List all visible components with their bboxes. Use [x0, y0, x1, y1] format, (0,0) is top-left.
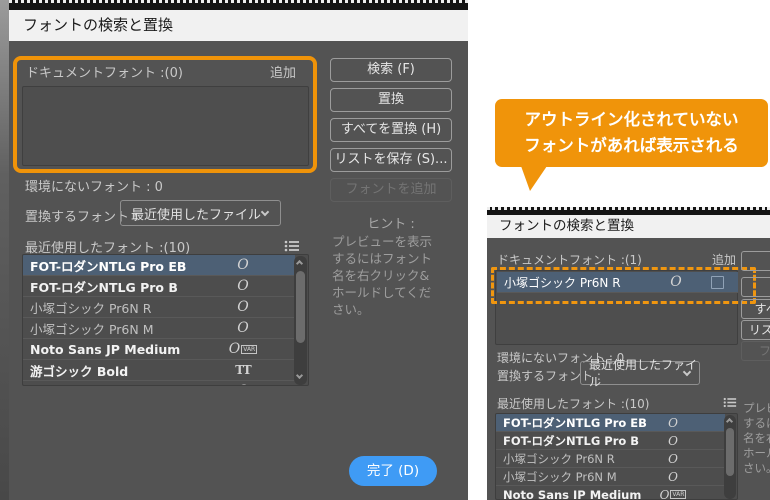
recent-fonts-listbox: FOT-ロダンNTLG Pro EB O FOT-ロダンNTLG Pro B O… — [22, 254, 309, 386]
add-link[interactable]: 追加 — [250, 62, 296, 81]
replace-source-dropdown[interactable]: 最近使用したファイル — [120, 200, 281, 226]
opentype-icon: O — [668, 415, 678, 430]
font-list-item[interactable]: Noto Sans JP Medium O VAR — [23, 339, 295, 360]
hint-text: プレビューを表示 するにはフォント 名を右クリック& ホールドしてくだ さい。 — [743, 401, 770, 475]
dialog-title: フォントの検索と置換 — [499, 218, 634, 234]
change-button[interactable]: 置換 — [741, 277, 770, 297]
dialog-titlebar[interactable]: フォントの検索と置換 — [9, 10, 468, 41]
font-name: FOT-ロダンNTLG Pro EB — [30, 258, 187, 274]
window-top-edge — [487, 207, 770, 215]
hint-title: ヒント : — [741, 382, 770, 399]
font-name: Noto Sans JP Bold — [30, 381, 156, 386]
opentype-icon: O — [237, 299, 249, 315]
opentype-icon: O — [237, 320, 249, 336]
font-name: Noto Sans JP Medium — [30, 341, 181, 357]
document-fonts-list[interactable] — [22, 86, 309, 166]
opentype-icon: O — [668, 469, 678, 484]
opentype-icon: O — [237, 257, 249, 273]
scrollbar[interactable] — [724, 415, 736, 499]
font-list-item[interactable]: FOT-ロダンNTLG Pro EB O — [23, 255, 295, 276]
chevron-down-icon — [260, 207, 270, 217]
font-name: FOT-ロダンNTLG Pro B — [30, 279, 178, 295]
font-list-item[interactable]: FOT-ロダンNTLG Pro B O — [23, 276, 295, 297]
annotation-callout: アウトライン化されていない フォントがあれば表示される — [495, 99, 768, 167]
missing-fonts-label: 環境にないフォント : 0 — [25, 180, 163, 195]
window-top-edge — [9, 0, 468, 10]
list-view-icon[interactable] — [723, 397, 737, 408]
document-fonts-label: ドキュメントフォント :(0) — [26, 66, 183, 81]
document-fonts-label: ドキュメントフォント :(1) — [497, 253, 642, 267]
font-list-item[interactable]: 小塚ゴシック Pr6N M O — [23, 318, 295, 339]
add-link[interactable]: 追加 — [690, 251, 736, 268]
font-name: 小塚ゴシック Pr6N M — [30, 321, 154, 337]
font-list-item[interactable]: Noto Sans JP Bold O — [23, 381, 295, 386]
dialog-title: フォントの検索と置換 — [23, 16, 174, 34]
opentype-icon: O — [668, 451, 678, 466]
font-list-item[interactable]: 小塚ゴシック Pr6N R O — [23, 297, 295, 318]
change-button[interactable]: 置換 — [330, 88, 452, 112]
add-fonts-button: フォントを追加 — [330, 178, 452, 202]
scrollbar[interactable] — [294, 256, 307, 385]
recent-fonts-label: 最近使用したフォント :(10) — [497, 397, 650, 411]
font-list-item[interactable]: FOT-ロダンNTLG Pro EB O — [496, 414, 725, 432]
change-all-button[interactable]: すべてを置換 (H) — [741, 299, 770, 319]
find-button[interactable]: 検索 (F) — [741, 251, 770, 271]
hint-title: ヒント : — [367, 217, 415, 232]
scroll-up-icon[interactable] — [725, 417, 734, 426]
dropdown-value: 最近使用したファイル — [589, 358, 698, 389]
font-name: FOT-ロダンNTLG Pro B — [503, 433, 640, 448]
dropdown-value: 最近使用したファイル — [131, 207, 262, 223]
font-list-item[interactable]: 小塚ゴシック Pr6N M O — [496, 468, 725, 486]
recent-fonts-listbox: FOT-ロダンNTLG Pro EB O FOT-ロダンNTLG Pro B O… — [495, 413, 738, 500]
find-replace-font-dialog: フォントの検索と置換 ドキュメントフォント :(0) 追加 環境にないフォント … — [9, 0, 468, 500]
font-list-item[interactable]: Noto Sans JP Medium O VAR — [496, 486, 725, 500]
save-list-button[interactable]: リストを保存 (S)... — [330, 148, 452, 172]
find-replace-font-dialog: ドキュメントフォント :(1) 追加 小塚ゴシック Pr6N R O 環境にない… — [487, 238, 770, 500]
opentype-icon: O — [668, 433, 678, 448]
change-all-button[interactable]: すべてを置換 (H) — [330, 118, 452, 142]
hint-text: プレビューを表示 するにはフォント 名を右クリック& ホールドしてくだ さい。 — [332, 234, 433, 317]
opentype-icon: O — [237, 278, 249, 294]
replace-source-dropdown[interactable]: 最近使用したファイル — [580, 358, 700, 389]
font-name: 游ゴシック Bold — [30, 363, 129, 379]
scrollbar-thumb[interactable] — [296, 271, 305, 343]
font-name: 小塚ゴシック Pr6N R — [30, 300, 152, 316]
done-button[interactable]: 完了 (D) — [349, 456, 437, 486]
scroll-up-icon[interactable] — [295, 259, 304, 268]
font-name: FOT-ロダンNTLG Pro EB — [503, 415, 647, 430]
truetype-icon: TT — [235, 363, 251, 377]
window-shadow-edge — [0, 0, 9, 500]
list-view-icon[interactable] — [284, 240, 300, 252]
annotation-dashed-highlight — [491, 267, 756, 304]
font-list-item[interactable]: FOT-ロダンNTLG Pro B O — [496, 432, 725, 450]
font-list-item[interactable]: 小塚ゴシック Pr6N R O — [496, 450, 725, 468]
font-name: Noto Sans JP Medium — [503, 487, 642, 500]
find-button[interactable]: 検索 (F) — [330, 58, 452, 82]
variable-opentype-icon: O VAR — [228, 341, 258, 357]
scroll-down-icon[interactable] — [295, 371, 304, 380]
screenshot-canvas: フォントの検索と置換 ドキュメントフォント :(0) 追加 環境にないフォント … — [0, 0, 770, 500]
font-list-item[interactable]: 游ゴシック Bold TT — [23, 360, 295, 381]
add-fonts-button: フォントを追加 — [741, 341, 770, 361]
opentype-icon: O — [226, 381, 260, 385]
save-list-button[interactable]: リストを保存 (S)... — [741, 320, 770, 340]
scrollbar-thumb[interactable] — [726, 428, 734, 476]
dialog-titlebar[interactable]: フォントの検索と置換 — [487, 215, 770, 238]
variable-opentype-icon: O VAR — [659, 487, 687, 500]
callout-tail — [521, 166, 547, 191]
font-name: 小塚ゴシック Pr6N R — [503, 451, 615, 466]
font-name: 小塚ゴシック Pr6N M — [503, 469, 617, 484]
